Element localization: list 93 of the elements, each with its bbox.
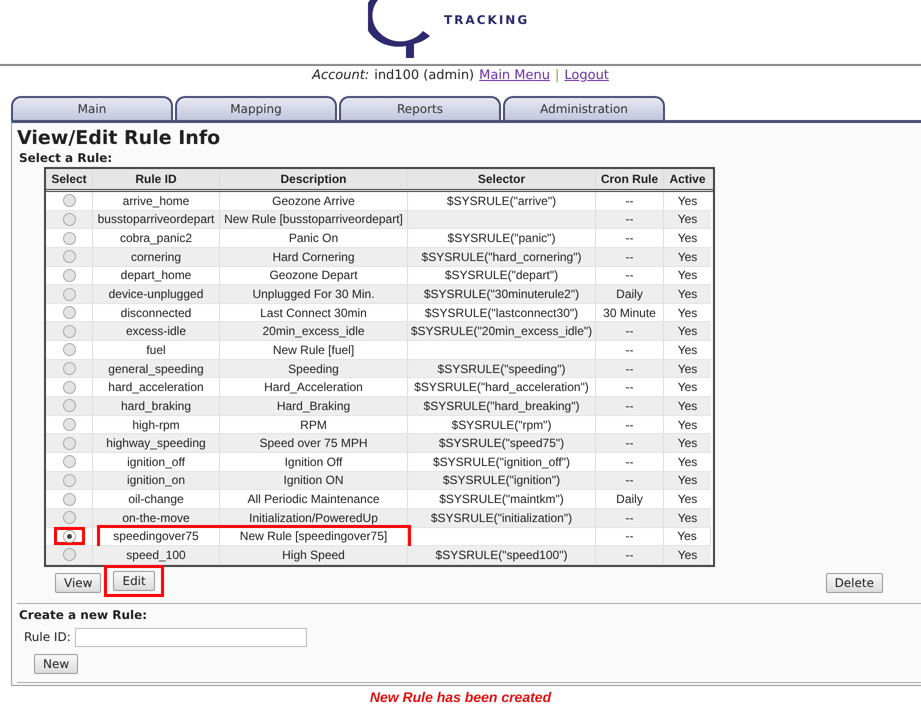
cron-cell: --: [596, 248, 664, 267]
radio-button[interactable]: [62, 511, 76, 524]
rule-id-cell: busstoparriveordepart: [93, 210, 220, 230]
account-user: ind100 (admin): [374, 68, 474, 85]
column-header: Description: [220, 169, 408, 189]
selector-cell: $SYSRULE("hard_cornering"): [408, 248, 596, 267]
rule-id-cell: ignition_on: [93, 472, 220, 490]
description-cell: Hard Cornering: [220, 248, 408, 267]
radio-button[interactable]: [62, 548, 76, 562]
cron-cell: --: [596, 472, 664, 490]
radio-button[interactable]: [62, 418, 76, 431]
cron-cell: Daily: [596, 285, 664, 304]
radio-button[interactable]: [62, 212, 76, 226]
description-cell: Ignition ON: [220, 472, 408, 490]
section-label: Select a Rule:: [18, 151, 114, 167]
radio-button[interactable]: [62, 268, 76, 282]
description-cell: Hard_Braking: [220, 397, 408, 416]
radio-button[interactable]: [62, 362, 76, 376]
delete-button[interactable]: Delete: [826, 573, 883, 594]
rule-id-cell: device-unplugged: [93, 285, 220, 304]
active-cell: Yes: [664, 434, 711, 453]
radio-button[interactable]: [62, 194, 76, 208]
radio-button[interactable]: [62, 436, 76, 450]
nav-tab[interactable]: Administration: [503, 96, 665, 120]
rule-id-cell: cornering: [93, 248, 220, 267]
description-cell: New Rule [busstoparriveordepart]: [220, 210, 408, 230]
active-cell: Yes: [664, 397, 711, 416]
selector-cell: $SYSRULE("speeding"): [408, 360, 596, 378]
description-cell: High Speed: [220, 546, 408, 565]
active-cell: Yes: [664, 210, 711, 230]
cron-cell: --: [596, 322, 664, 342]
cron-cell: --: [596, 546, 664, 565]
nav-tab[interactable]: Reports: [339, 96, 501, 120]
rule-id-cell: general_speeding: [93, 360, 220, 378]
selector-cell: $SYSRULE("initialization"): [408, 508, 596, 528]
account-link[interactable]: Main Menu: [479, 68, 550, 96]
active-cell: Yes: [664, 360, 711, 378]
link-separator: |: [555, 68, 560, 85]
selector-cell: $SYSRULE("30minuterule2"): [408, 285, 596, 304]
radio-button[interactable]: [62, 455, 76, 468]
radio-button[interactable]: [62, 306, 76, 320]
selector-cell: $SYSRULE("speed75"): [408, 434, 596, 453]
description-cell: Speed over 75 MPH: [220, 434, 408, 453]
selector-cell: $SYSRULE("20min_excess_idle"): [408, 322, 596, 342]
column-header: Selector: [408, 169, 596, 189]
description-cell: Unplugged For 30 Min.: [220, 285, 408, 304]
action-button[interactable]: Edit: [113, 571, 155, 592]
radio-button[interactable]: [62, 474, 76, 487]
rule-id-cell: highway_speeding: [93, 434, 220, 453]
account-label: Account:: [312, 68, 370, 85]
radio-button[interactable]: [62, 343, 76, 356]
column-header: Rule ID: [93, 169, 220, 189]
description-cell: Speeding: [220, 360, 408, 378]
active-cell: Yes: [664, 546, 711, 565]
description-cell: 20min_excess_idle: [220, 322, 408, 342]
radio-button[interactable]: [62, 250, 76, 264]
active-cell: Yes: [664, 508, 711, 528]
field-label: Rule ID:: [24, 630, 71, 644]
selector-cell: $SYSRULE("hard_breaking"): [408, 397, 596, 416]
cron-cell: --: [596, 434, 664, 453]
cron-cell: --: [596, 360, 664, 378]
column-header: Select: [46, 169, 93, 189]
rule-id-cell: hard_braking: [93, 397, 220, 416]
radio-button[interactable]: [62, 380, 76, 394]
radio-button[interactable]: [62, 492, 76, 506]
cron-cell: --: [596, 397, 664, 416]
status-message: New Rule has been created: [368, 689, 552, 705]
active-cell: Yes: [664, 285, 711, 304]
nav-tab[interactable]: Mapping: [175, 96, 337, 120]
radio-button[interactable]: [62, 530, 76, 543]
nav-tab[interactable]: Main: [11, 96, 173, 120]
section-label: Create a new Rule:: [18, 608, 148, 624]
rule-id-cell: excess-idle: [93, 322, 220, 342]
rule-id-cell: speed_100: [93, 546, 220, 565]
selector-cell: $SYSRULE("speed100"): [408, 546, 596, 565]
action-button[interactable]: View: [55, 573, 102, 594]
account-link[interactable]: Logout: [564, 68, 609, 96]
logo-tagline: TRACKING: [444, 14, 530, 26]
selector-cell: $SYSRULE("ignition"): [408, 472, 596, 490]
radio-button[interactable]: [62, 288, 76, 301]
page-title: View/Edit Rule Info: [17, 127, 222, 151]
rule-id-field[interactable]: [74, 628, 307, 647]
active-cell: Yes: [664, 472, 711, 490]
column-header: Cron Rule: [596, 169, 664, 189]
active-cell: Yes: [664, 248, 711, 267]
radio-button[interactable]: [62, 324, 76, 338]
cron-cell: --: [596, 210, 664, 230]
radio-button[interactable]: [62, 399, 76, 412]
column-header: Active: [664, 169, 711, 189]
new-button[interactable]: New: [34, 654, 78, 674]
cron-cell: --: [596, 508, 664, 528]
active-cell: Yes: [664, 322, 711, 342]
radio-button[interactable]: [62, 232, 76, 245]
